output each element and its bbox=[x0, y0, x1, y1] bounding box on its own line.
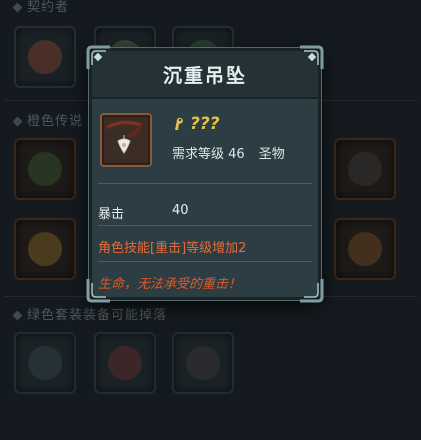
inventory-slot[interactable] bbox=[172, 332, 234, 394]
inventory-slot[interactable] bbox=[14, 218, 76, 280]
section-label-orange-legendary: 橙色传说 bbox=[12, 110, 83, 129]
item-tooltip: 沉重吊坠 ??? 需求等级 46 圣物 暴击 40 角色技能[重击]等级增加2 … bbox=[86, 45, 324, 303]
item-frame[interactable] bbox=[100, 113, 152, 167]
inventory-slot[interactable] bbox=[334, 138, 396, 200]
inventory-slot[interactable] bbox=[14, 26, 76, 88]
inventory-slot[interactable] bbox=[334, 218, 396, 280]
inventory-slot[interactable] bbox=[14, 138, 76, 200]
item-summary: ??? 需求等级 46 圣物 bbox=[100, 113, 310, 169]
item-effect: 角色技能[重击]等级增加2 bbox=[98, 241, 247, 256]
pendant-icon bbox=[105, 119, 143, 154]
divider bbox=[98, 261, 312, 262]
flavor-text: 生命，无法承受的重击！ bbox=[98, 277, 242, 292]
section-label-contractors: 契约者 bbox=[12, 0, 69, 15]
divider bbox=[98, 183, 312, 184]
divider bbox=[98, 225, 312, 226]
item-title: 沉重吊坠 bbox=[162, 64, 247, 87]
corner-ornament-icon bbox=[300, 279, 324, 303]
stat-crit: 暴击 40 bbox=[98, 203, 189, 222]
inventory-slot[interactable] bbox=[94, 332, 156, 394]
inventory-slot[interactable] bbox=[14, 332, 76, 394]
item-category: 圣物 bbox=[258, 147, 285, 162]
stat-label: 暴击 bbox=[98, 207, 125, 222]
section-label-green-set: 绿色套装装备可能掉落 bbox=[12, 304, 167, 323]
stat-value: 40 bbox=[172, 203, 189, 218]
tooltip-header: 沉重吊坠 bbox=[92, 51, 318, 99]
item-name: ??? bbox=[172, 114, 220, 134]
item-meta: 需求等级 46 圣物 bbox=[172, 143, 285, 162]
corner-ornament-icon bbox=[86, 45, 110, 69]
corner-ornament-icon bbox=[300, 45, 324, 69]
gold-key-icon bbox=[175, 117, 183, 130]
required-level: 需求等级 46 bbox=[172, 147, 245, 162]
